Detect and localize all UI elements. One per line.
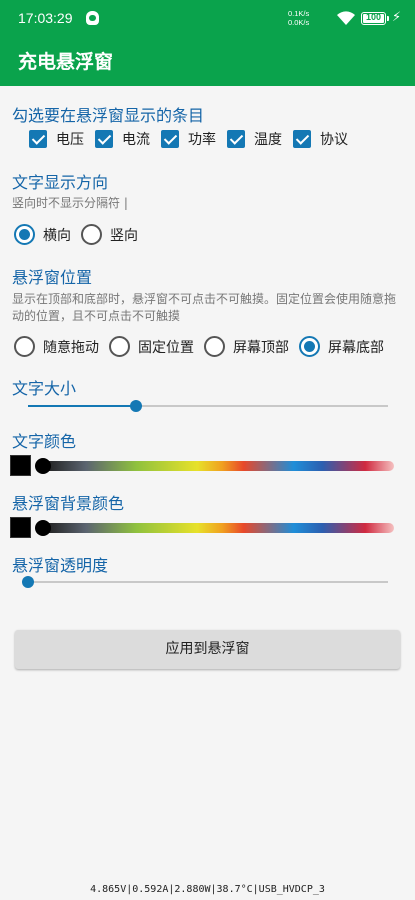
checkbox-label: 电流 (122, 132, 150, 148)
radio-label: 屏幕底部 (328, 339, 384, 356)
checkbox-protocol[interactable]: 协议 (293, 129, 348, 149)
text-color-bar[interactable] (36, 461, 394, 471)
radio-vertical[interactable]: 竖向 (81, 224, 138, 245)
checkbox-label: 电压 (56, 132, 84, 148)
radio-unselected-icon[interactable] (14, 336, 35, 357)
checkbox-label: 温度 (254, 132, 282, 148)
radio-fixed-position[interactable]: 固定位置 (109, 336, 194, 357)
checkbox-label: 协议 (320, 132, 348, 148)
checkbox-checked-icon[interactable] (293, 130, 311, 148)
radio-label: 竖向 (110, 227, 138, 244)
radio-label: 屏幕顶部 (233, 339, 289, 356)
radio-unselected-icon[interactable] (109, 336, 130, 357)
radio-screen-bottom[interactable]: 屏幕底部 (299, 336, 384, 357)
radio-label: 随意拖动 (43, 339, 99, 356)
radio-free-drag[interactable]: 随意拖动 (14, 336, 99, 357)
position-hint: 显示在顶部和底部时，悬浮窗不可点击不可触摸。固定位置会使用随意拖动的位置，且不可… (12, 292, 397, 323)
battery-icon: 100 (361, 12, 389, 25)
app-bar: 充电悬浮窗 (0, 36, 415, 86)
slider-thumb[interactable] (130, 400, 142, 412)
radio-horizontal[interactable]: 横向 (14, 224, 71, 245)
items-checkbox-group: 电压 电流 功率 温度 协议 (29, 127, 359, 151)
bg-color-swatch (10, 517, 31, 538)
text-color-title: 文字颜色 (12, 432, 77, 451)
charging-bolt-icon: ⚡ (392, 10, 402, 25)
slider-thumb[interactable] (22, 576, 34, 588)
items-section-title: 勾选要在悬浮窗显示的条目 (12, 106, 205, 125)
radio-label: 固定位置 (138, 339, 194, 356)
slider-fill (28, 405, 136, 407)
checkbox-checked-icon[interactable] (29, 130, 47, 148)
direction-radio-group: 横向 竖向 (14, 224, 148, 245)
radio-screen-top[interactable]: 屏幕顶部 (204, 336, 289, 357)
checkbox-checked-icon[interactable] (227, 130, 245, 148)
text-color-swatch (10, 455, 31, 476)
status-time: 17:03:29 (18, 10, 73, 26)
qq-notification-icon (86, 11, 99, 25)
checkbox-temperature[interactable]: 温度 (227, 129, 282, 149)
text-size-title: 文字大小 (12, 379, 77, 398)
text-color-thumb[interactable] (35, 458, 51, 474)
text-size-slider[interactable] (28, 398, 388, 414)
checkbox-current[interactable]: 电流 (95, 129, 150, 149)
app-title: 充电悬浮窗 (18, 51, 114, 73)
checkbox-power[interactable]: 功率 (161, 129, 216, 149)
radio-unselected-icon[interactable] (81, 224, 102, 245)
wifi-icon (337, 11, 355, 25)
opacity-slider[interactable] (22, 574, 388, 590)
direction-section-title: 文字显示方向 (12, 173, 109, 192)
checkbox-label: 功率 (188, 132, 216, 148)
checkbox-checked-icon[interactable] (161, 130, 179, 148)
radio-unselected-icon[interactable] (204, 336, 225, 357)
direction-hint: 竖向时不显示分隔符 | (12, 196, 128, 210)
bg-color-thumb[interactable] (35, 520, 51, 536)
network-up-speed: 0.1K/s (288, 9, 310, 18)
position-section-title: 悬浮窗位置 (12, 268, 93, 287)
checkbox-voltage[interactable]: 电压 (29, 129, 84, 149)
bg-color-title: 悬浮窗背景颜色 (12, 494, 125, 513)
status-bar: 17:03:29 0.1K/s 0.0K/s 100 ⚡ (0, 0, 415, 36)
radio-selected-icon[interactable] (299, 336, 320, 357)
charging-info-footer: 4.865V|0.592A|2.880W|38.7°C|USB_HVDCP_3 (90, 884, 325, 895)
radio-label: 横向 (43, 227, 71, 244)
apply-to-floating-window-button[interactable]: 应用到悬浮窗 (15, 630, 400, 669)
battery-level: 100 (365, 12, 382, 22)
checkbox-checked-icon[interactable] (95, 130, 113, 148)
network-down-speed: 0.0K/s (288, 18, 310, 27)
position-radio-group: 随意拖动 固定位置 屏幕顶部 屏幕底部 (14, 336, 394, 357)
opacity-title: 悬浮窗透明度 (12, 556, 109, 575)
radio-selected-icon[interactable] (14, 224, 35, 245)
bg-color-bar[interactable] (36, 523, 394, 533)
network-speed: 0.1K/s 0.0K/s (288, 9, 309, 27)
